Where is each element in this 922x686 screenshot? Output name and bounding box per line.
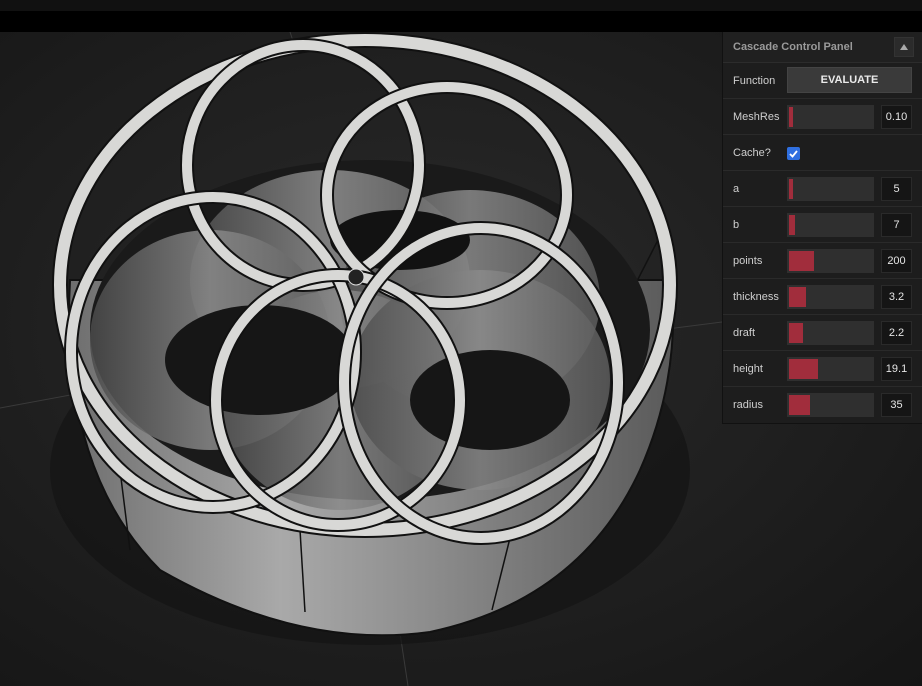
meshres-value[interactable]: 0.10 (881, 105, 912, 129)
slider-row-height: height 19.1 (723, 351, 922, 387)
function-row: Function EVALUATE (723, 63, 922, 99)
cache-label: Cache? (733, 146, 771, 159)
radius-value[interactable]: 35 (881, 393, 912, 417)
meshres-slider-fill (789, 107, 793, 127)
height-slider[interactable] (787, 357, 874, 381)
b-label: b (733, 218, 740, 231)
thickness-value[interactable]: 3.2 (881, 285, 912, 309)
draft-slider-fill (789, 323, 803, 343)
height-slider-fill (789, 359, 818, 379)
slider-row-draft: draft 2.2 (723, 315, 922, 351)
control-panel: Cascade Control Panel Function EVALUATE … (722, 32, 922, 424)
evaluate-button[interactable]: EVALUATE (787, 67, 912, 93)
b-slider[interactable] (787, 213, 874, 237)
checkmark-icon (789, 149, 798, 158)
slider-row-thickness: thickness 3.2 (723, 279, 922, 315)
b-value[interactable]: 7 (881, 213, 912, 237)
slider-row-b: b 7 (723, 207, 922, 243)
cache-row: Cache? (723, 135, 922, 171)
cache-checkbox[interactable] (787, 147, 800, 160)
points-slider-fill (789, 251, 814, 271)
collapse-button[interactable] (894, 37, 914, 57)
thickness-slider[interactable] (787, 285, 874, 309)
points-label: points (733, 254, 763, 267)
a-slider-fill (789, 179, 793, 199)
slider-row-points: points 200 (723, 243, 922, 279)
slider-row-meshres: MeshRes 0.10 (723, 99, 922, 135)
slider-row-radius: radius 35 (723, 387, 922, 423)
a-slider[interactable] (787, 177, 874, 201)
thickness-label: thickness (733, 290, 779, 303)
height-value[interactable]: 19.1 (881, 357, 912, 381)
draft-value[interactable]: 2.2 (881, 321, 912, 345)
function-label: Function (733, 74, 776, 87)
meshres-label: MeshRes (733, 110, 780, 123)
b-slider-fill (789, 215, 795, 235)
radius-slider-fill (789, 395, 810, 415)
thickness-slider-fill (789, 287, 806, 307)
draft-slider[interactable] (787, 321, 874, 345)
a-value[interactable]: 5 (881, 177, 912, 201)
meshres-slider[interactable] (787, 105, 874, 129)
caret-up-icon (900, 44, 908, 50)
radius-slider[interactable] (787, 393, 874, 417)
panel-header: Cascade Control Panel (723, 32, 922, 63)
points-slider[interactable] (787, 249, 874, 273)
height-label: height (733, 362, 763, 375)
top-bar (0, 0, 922, 32)
radius-label: radius (733, 399, 763, 411)
panel-title: Cascade Control Panel (733, 41, 853, 53)
slider-row-a: a 5 (723, 171, 922, 207)
draft-label: draft (733, 326, 756, 339)
a-label: a (733, 182, 740, 195)
points-value[interactable]: 200 (881, 249, 912, 273)
